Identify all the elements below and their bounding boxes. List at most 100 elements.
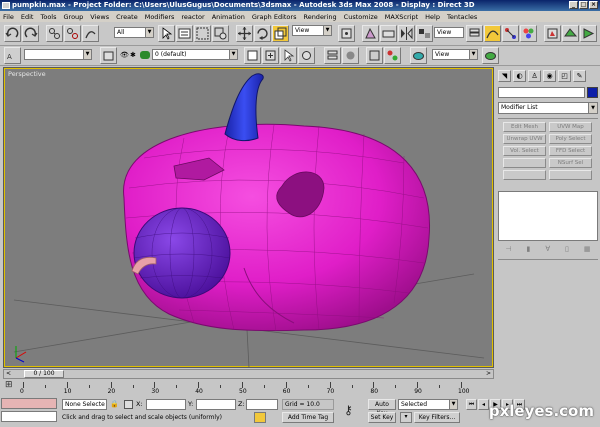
- create-tab-icon[interactable]: ◥: [498, 70, 511, 82]
- empty-modifier-button-3[interactable]: [549, 170, 592, 180]
- menu-animation[interactable]: Animation: [212, 13, 245, 21]
- layer-manager-icon[interactable]: [466, 25, 483, 42]
- uvw-map-button[interactable]: UVW Map: [549, 122, 592, 132]
- menu-edit[interactable]: Edit: [21, 13, 34, 21]
- previous-frame-icon[interactable]: ◂: [478, 399, 489, 410]
- menu-graph-editors[interactable]: Graph Editors: [252, 13, 297, 21]
- rectangular-selection-icon[interactable]: [194, 25, 211, 42]
- quick-render-icon[interactable]: [580, 25, 597, 42]
- app-icon[interactable]: [2, 2, 10, 9]
- schematic-view-icon[interactable]: [502, 25, 519, 42]
- set-current-layer-icon[interactable]: [298, 47, 315, 64]
- select-by-name-icon[interactable]: [176, 25, 193, 42]
- menu-customize[interactable]: Customize: [344, 13, 378, 21]
- filter-icon[interactable]: ▾: [400, 412, 412, 423]
- named-selection-sets-icon[interactable]: A: [4, 47, 21, 64]
- z-coordinate-field[interactable]: [246, 399, 278, 410]
- menu-tentacles[interactable]: Tentacles: [447, 13, 477, 21]
- menu-file[interactable]: File: [3, 13, 14, 21]
- add-to-layer-icon[interactable]: [262, 47, 279, 64]
- empty-modifier-button-1[interactable]: [503, 158, 546, 168]
- render-frame-window-icon[interactable]: [562, 25, 579, 42]
- render-teapot-icon[interactable]: [140, 51, 150, 59]
- undo-icon[interactable]: [4, 25, 21, 42]
- timeline[interactable]: ⊞ 0 10 20 30 40 50 60 70 80 90 100: [3, 380, 494, 396]
- bind-to-space-warp-icon[interactable]: [82, 25, 99, 42]
- menu-help[interactable]: Help: [425, 13, 440, 21]
- pumpkin-stem[interactable]: [224, 73, 264, 142]
- set-key-button[interactable]: Set Key: [368, 412, 396, 423]
- key-icon[interactable]: ⚷: [344, 403, 353, 417]
- time-slider-thumb[interactable]: 0 / 100: [24, 370, 64, 378]
- pivot-center-icon[interactable]: [338, 25, 355, 42]
- object-name-field[interactable]: [498, 87, 585, 98]
- display-tab-icon[interactable]: ◰: [558, 70, 571, 82]
- align-icon[interactable]: [416, 25, 433, 42]
- ffd-select-button[interactable]: FFD Select: [549, 146, 592, 156]
- material-slots-icon[interactable]: [384, 47, 401, 64]
- reference-coordinate-select[interactable]: View ▼: [292, 25, 332, 36]
- menu-modifiers[interactable]: Modifiers: [145, 13, 175, 21]
- add-time-tag-button[interactable]: Add Time Tag: [282, 412, 334, 423]
- redo-icon[interactable]: [22, 25, 39, 42]
- time-tag-icon[interactable]: [254, 412, 266, 423]
- menu-create[interactable]: Create: [116, 13, 138, 21]
- prev-frame-icon[interactable]: <: [6, 370, 11, 378]
- unlink-icon[interactable]: [64, 25, 81, 42]
- select-and-move-icon[interactable]: [236, 25, 253, 42]
- teapot-render-icon[interactable]: [410, 47, 427, 64]
- nsurf-sel-button[interactable]: NSurf Sel: [549, 158, 592, 168]
- configure-modifier-sets-icon[interactable]: ▦: [584, 245, 591, 253]
- x-coordinate-field[interactable]: [146, 399, 186, 410]
- select-and-manipulate-icon[interactable]: [362, 25, 379, 42]
- select-and-rotate-icon[interactable]: [254, 25, 271, 42]
- modifier-stack[interactable]: [498, 191, 598, 241]
- material-editor-icon[interactable]: [520, 25, 537, 42]
- menu-group[interactable]: Group: [64, 13, 84, 21]
- edit-mesh-button[interactable]: Edit Mesh: [503, 122, 546, 132]
- make-unique-icon[interactable]: ∀: [545, 245, 550, 253]
- empty-modifier-button-2[interactable]: [503, 170, 546, 180]
- y-coordinate-field[interactable]: [196, 399, 236, 410]
- menu-tools[interactable]: Tools: [40, 13, 56, 21]
- maxscript-output[interactable]: [1, 411, 57, 422]
- modifier-list-select[interactable]: Modifier List ▼: [498, 102, 598, 114]
- menu-maxscript[interactable]: MAXScript: [385, 13, 418, 21]
- pin-stack-icon[interactable]: ⊣: [505, 245, 511, 253]
- select-in-layer-icon[interactable]: [280, 47, 297, 64]
- maximize-button[interactable]: □: [579, 1, 588, 9]
- utilities-tab-icon[interactable]: ✎: [573, 70, 586, 82]
- absolute-mode-icon[interactable]: [124, 400, 133, 409]
- key-filters-button[interactable]: Key Filters...: [414, 412, 460, 423]
- render-production-icon[interactable]: [482, 47, 499, 64]
- hierarchy-tab-icon[interactable]: ♙: [528, 70, 541, 82]
- vol-select-button[interactable]: Vol. Select: [503, 146, 546, 156]
- next-frame-icon[interactable]: >: [486, 370, 491, 378]
- minimize-button[interactable]: _: [569, 1, 578, 9]
- select-and-scale-icon[interactable]: [272, 25, 289, 42]
- selection-filter-select[interactable]: All ▼: [114, 27, 154, 38]
- time-slider[interactable]: < 0 / 100 >: [3, 369, 494, 379]
- key-mode-select[interactable]: Selected ▼: [398, 399, 458, 410]
- layer-list-icon[interactable]: [100, 47, 117, 64]
- remove-modifier-icon[interactable]: ▯: [565, 245, 569, 253]
- select-and-link-icon[interactable]: [46, 25, 63, 42]
- modify-tab-icon[interactable]: ◐: [513, 70, 526, 82]
- keyboard-shortcut-override-icon[interactable]: [380, 25, 397, 42]
- snowflake-icon[interactable]: ✱: [130, 51, 136, 59]
- maxscript-listener-input[interactable]: [1, 398, 57, 409]
- motion-tab-icon[interactable]: ◉: [543, 70, 556, 82]
- render-view-select-top[interactable]: View: [434, 27, 464, 38]
- window-crossing-icon[interactable]: [212, 25, 229, 42]
- auto-key-button[interactable]: Auto Key: [368, 399, 396, 417]
- go-to-start-icon[interactable]: ⏮: [466, 399, 477, 410]
- curve-editor-icon[interactable]: [484, 25, 501, 42]
- menu-reactor[interactable]: reactor: [181, 13, 204, 21]
- unwrap-uvw-button[interactable]: Unwrap UVW: [503, 134, 546, 144]
- graphite-icon[interactable]: [342, 47, 359, 64]
- layer-select[interactable]: 0 (default) ▼: [152, 49, 238, 60]
- new-layer-icon[interactable]: [244, 47, 261, 64]
- menu-views[interactable]: Views: [90, 13, 109, 21]
- perspective-viewport[interactable]: Perspective: [3, 67, 494, 368]
- render-view-select[interactable]: View ▼: [432, 49, 478, 60]
